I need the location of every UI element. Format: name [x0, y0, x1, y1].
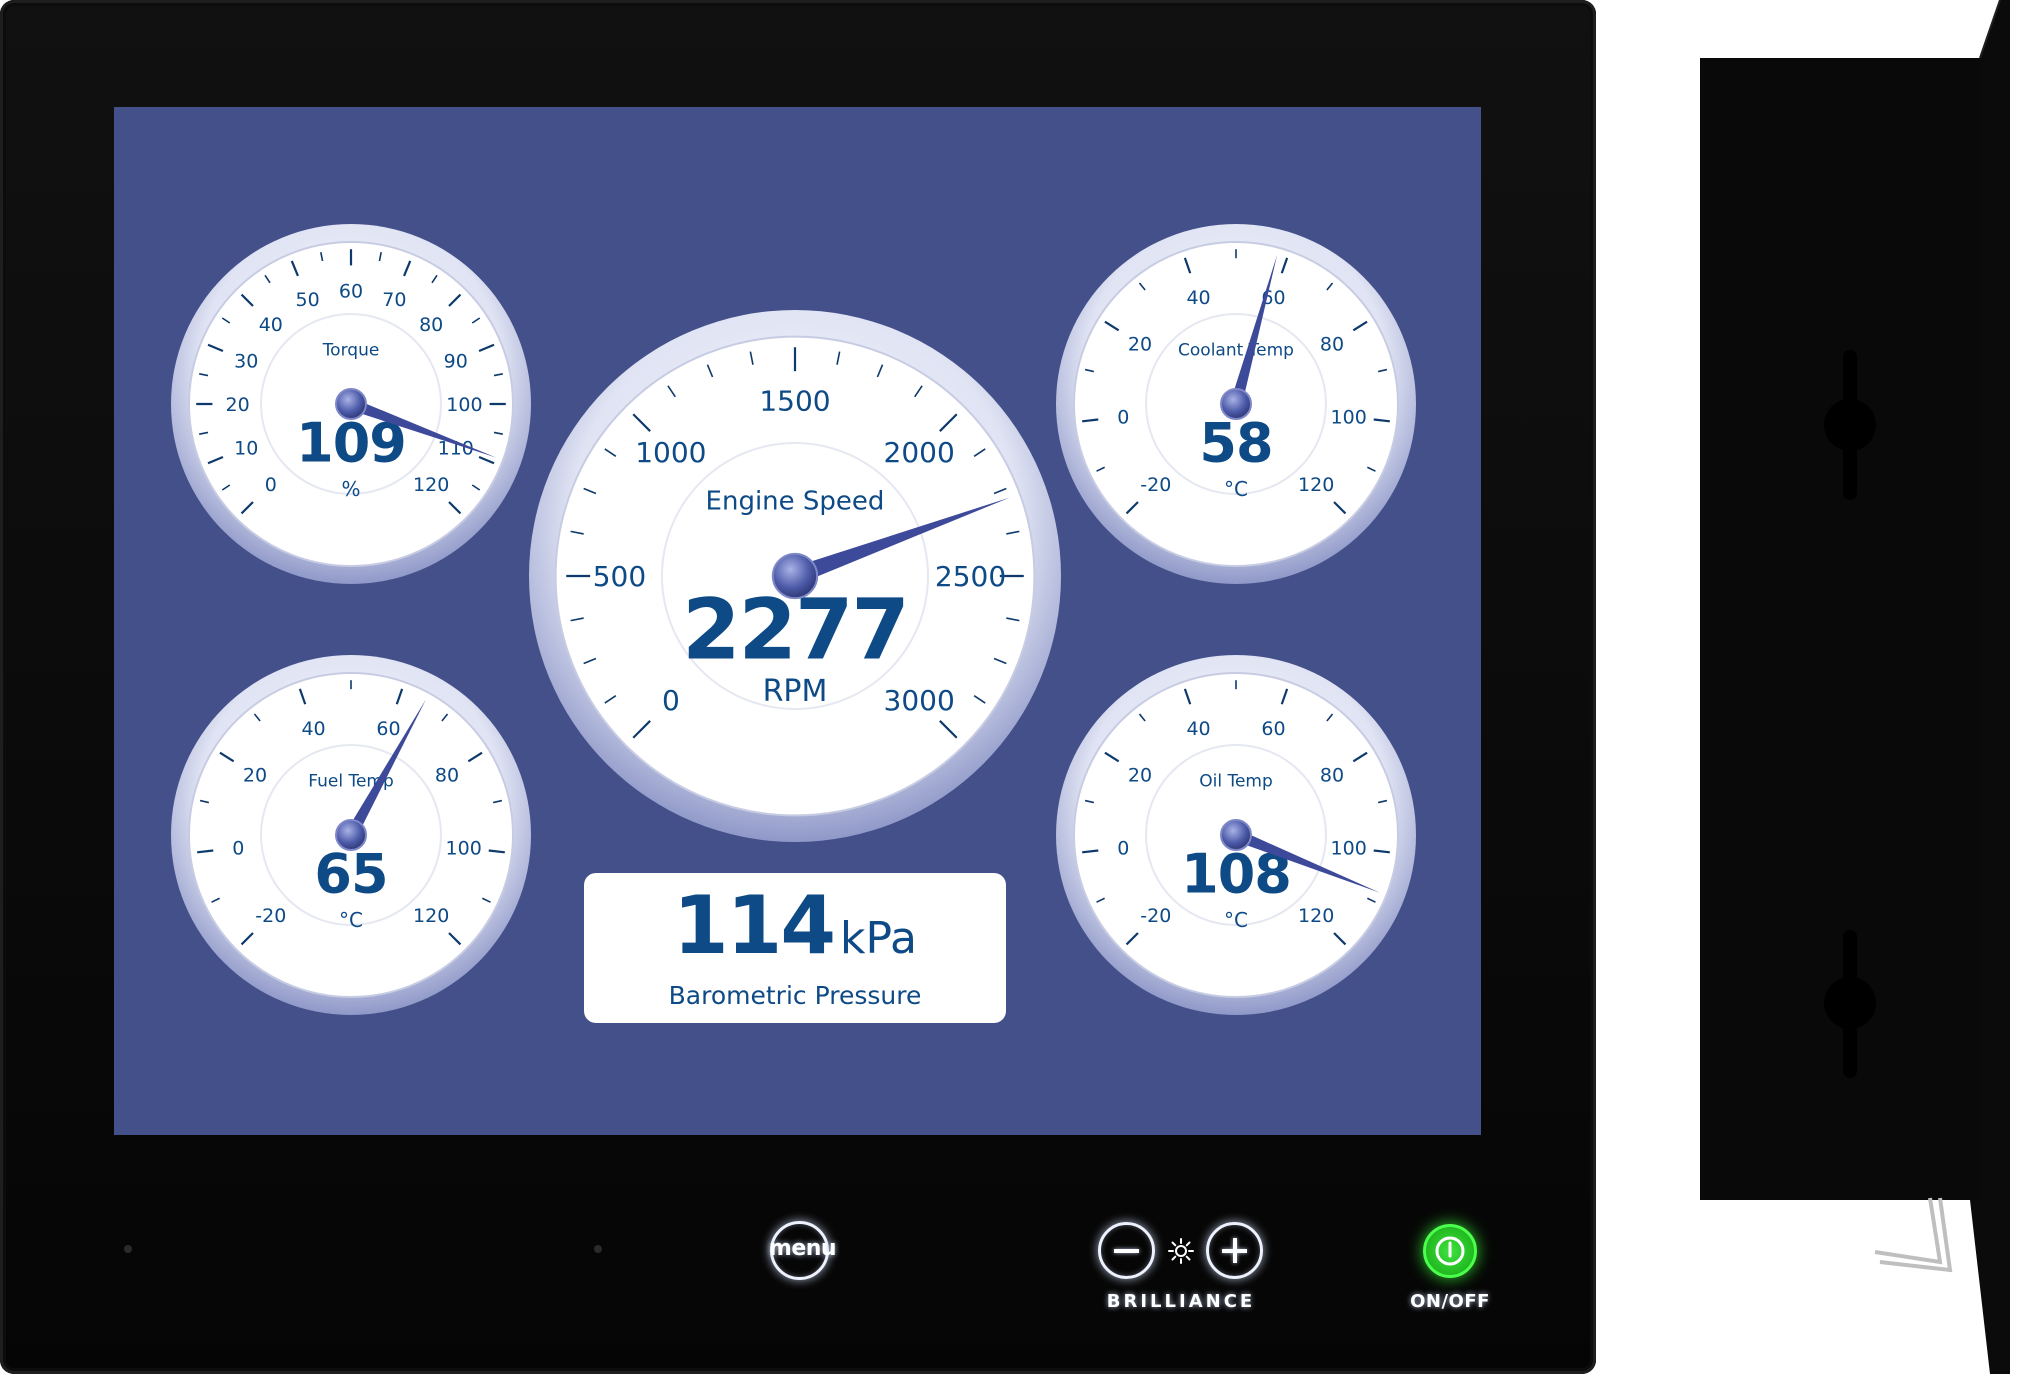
tick-label: 40 — [1186, 718, 1210, 740]
tick-label: 0 — [1117, 407, 1129, 429]
gauge-title: Oil Temp — [1199, 771, 1273, 791]
tick-label: 60 — [339, 281, 363, 303]
tick-label: 0 — [1117, 838, 1129, 860]
gauge-hub — [1220, 388, 1252, 420]
engine-speed-gauge: 050010001500200025003000Engine Speed2277… — [529, 310, 1061, 842]
gauge-hub — [335, 388, 367, 420]
tick-label: 120 — [1298, 905, 1334, 927]
tick-label: 120 — [1298, 474, 1334, 496]
sun-icon — [1167, 1237, 1195, 1265]
ambient-sensor-dot — [124, 1245, 132, 1253]
tick-label: 70 — [382, 289, 406, 311]
tick-label: 20 — [226, 394, 250, 416]
tick-label: 500 — [593, 560, 646, 593]
brilliance-decrease-button[interactable] — [1098, 1222, 1155, 1279]
tick-label: 120 — [413, 474, 449, 496]
display-bezel: 0 10 20 30 40 50 60 70 80 90 100 110 120 Torque 109% -2… — [0, 0, 1596, 1374]
tick-label: 100 — [1331, 838, 1367, 860]
tick-label: 20 — [1128, 334, 1152, 356]
tick-label: 0 — [662, 684, 680, 717]
gauge-hub — [335, 819, 367, 851]
barometric-pressure-readout: 114 kPa — [584, 879, 1006, 972]
tick-label: 80 — [419, 314, 443, 336]
tick-label: 40 — [259, 314, 283, 336]
tick-label: 2000 — [884, 436, 955, 469]
tick-label: 30 — [234, 351, 258, 373]
mounting-clip — [1874, 1197, 1953, 1273]
brilliance-label: BRILLIANCE — [1106, 1291, 1256, 1312]
tick-label: 0 — [265, 474, 277, 496]
tick-label: 3000 — [884, 684, 955, 717]
menu-button-label: menu — [768, 1236, 837, 1261]
gauge-unit: °C — [1224, 477, 1248, 501]
torque-gauge: 01020304050 60 708090100110120Torque109% — [171, 224, 531, 584]
tick-label: 50 — [296, 289, 320, 311]
power-button[interactable] — [1423, 1224, 1477, 1278]
barometric-pressure-value: 114 — [673, 879, 836, 972]
tick-label: 0 — [232, 838, 244, 860]
tick-label: 1000 — [635, 436, 706, 469]
power-icon — [1434, 1235, 1466, 1267]
tick-label: 60 — [1261, 718, 1285, 740]
side-view-enclosure — [1700, 0, 2021, 1374]
tick-label: 100 — [446, 394, 482, 416]
tick-label: 40 — [301, 718, 325, 740]
tick-label: -20 — [1140, 905, 1171, 927]
ambient-sensor-dot — [594, 1245, 602, 1253]
gauge-unit: °C — [339, 908, 363, 932]
gauge-hub — [771, 552, 819, 600]
display-screen: 0 10 20 30 40 50 60 70 80 90 100 110 120 Torque 109% -2… — [114, 107, 1481, 1135]
tick-label: 2500 — [935, 560, 1006, 593]
tick-label: 20 — [1128, 765, 1152, 787]
tick-label: 100 — [446, 838, 482, 860]
oil-temp-gauge: -2002040 6080100120Oil Temp108°C — [1056, 655, 1416, 1015]
menu-button[interactable]: menu — [769, 1221, 837, 1280]
tick-label: 10 — [234, 437, 258, 459]
brilliance-increase-button[interactable] — [1206, 1222, 1263, 1279]
gauge-hub — [1220, 819, 1252, 851]
tick-label: 80 — [435, 765, 459, 787]
gauge-unit: % — [341, 477, 360, 501]
gauge-title: Coolant Temp — [1178, 340, 1294, 360]
tick-label: 120 — [413, 905, 449, 927]
tick-label: 80 — [1320, 334, 1344, 356]
gauge-title: Torque — [322, 340, 380, 360]
gauge-unit: °C — [1224, 908, 1248, 932]
tick-label: -20 — [255, 905, 286, 927]
tick-label: 80 — [1320, 765, 1344, 787]
tick-label: 90 — [444, 351, 468, 373]
tick-label: 60 — [376, 718, 400, 740]
tick-label: 20 — [243, 765, 267, 787]
barometric-pressure-panel: 114 kPa Barometric Pressure — [584, 873, 1006, 1023]
gauge-value: 65 — [314, 843, 387, 906]
barometric-pressure-label: Barometric Pressure — [668, 981, 922, 1010]
coolant-temp-gauge: -2002040 6080100120Coolant Temp58°C — [1056, 224, 1416, 584]
tick-label: -20 — [1140, 474, 1171, 496]
gauge-value: 58 — [1199, 412, 1272, 475]
tick-label: 1500 — [759, 384, 830, 417]
power-label: ON/OFF — [1410, 1291, 1490, 1312]
tick-label: 100 — [1331, 407, 1367, 429]
gauge-title: Engine Speed — [706, 487, 885, 517]
tick-label: 40 — [1186, 287, 1210, 309]
fuel-temp-gauge: -2002040 6080100120Fuel Temp65°C — [171, 655, 531, 1015]
barometric-pressure-unit: kPa — [840, 913, 917, 964]
gauge-unit: RPM — [763, 674, 828, 709]
